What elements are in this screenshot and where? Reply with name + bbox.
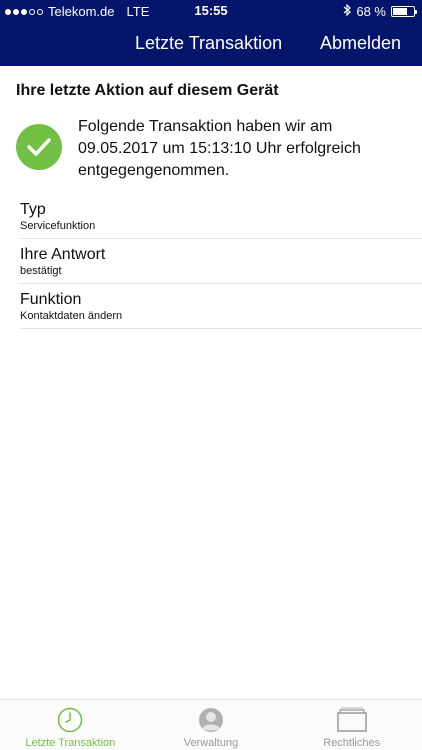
status-bar: Telekom.de LTE 15:55 68 % [0, 0, 422, 22]
nav-title: Letzte Transaktion [135, 33, 283, 53]
check-icon [27, 138, 51, 156]
user-icon [199, 708, 223, 732]
status-right: 68 % [343, 3, 417, 19]
bluetooth-icon [343, 3, 352, 19]
details-list: Typ Servicefunktion Ihre Antwort bestäti… [20, 194, 422, 329]
tab-letzte-transaktion[interactable]: Letzte Transaktion [0, 700, 141, 750]
top-bar: Telekom.de LTE 15:55 68 % Letzte Transak… [0, 0, 422, 66]
detail-label: Typ [20, 201, 46, 218]
detail-row-funktion: Funktion Kontaktdaten ändern [20, 284, 422, 329]
tab-verwaltung[interactable]: Verwaltung [141, 700, 282, 750]
success-badge [16, 124, 62, 170]
detail-row-antwort: Ihre Antwort bestätigt [20, 239, 422, 284]
tab-label: Verwaltung [183, 737, 239, 749]
tab-rechtliches[interactable]: Rechtliches [281, 700, 422, 750]
detail-label: Ihre Antwort [20, 246, 106, 263]
detail-label: Funktion [20, 291, 82, 308]
detail-row-typ: Typ Servicefunktion [20, 194, 422, 239]
logout-button[interactable]: Abmelden [320, 33, 401, 54]
battery-icon [391, 6, 417, 17]
battery-percent: 68 % [356, 4, 386, 19]
section-title: Ihre letzte Aktion auf diesem Gerät [16, 82, 279, 99]
detail-value: Kontaktdaten ändern [20, 310, 123, 322]
detail-value: Servicefunktion [20, 220, 96, 232]
tab-label: Letzte Transaktion [25, 737, 116, 749]
tab-bar: Letzte Transaktion Verwaltung Rechtliche… [0, 699, 422, 750]
confirmation-message: Folgende Transaktion haben wir am 09.05.… [78, 118, 361, 179]
battery-fill [393, 8, 407, 15]
tab-label: Rechtliches [323, 737, 381, 749]
folder-icon [336, 707, 367, 732]
clock-icon [58, 707, 83, 733]
detail-value: bestätigt [20, 265, 62, 277]
